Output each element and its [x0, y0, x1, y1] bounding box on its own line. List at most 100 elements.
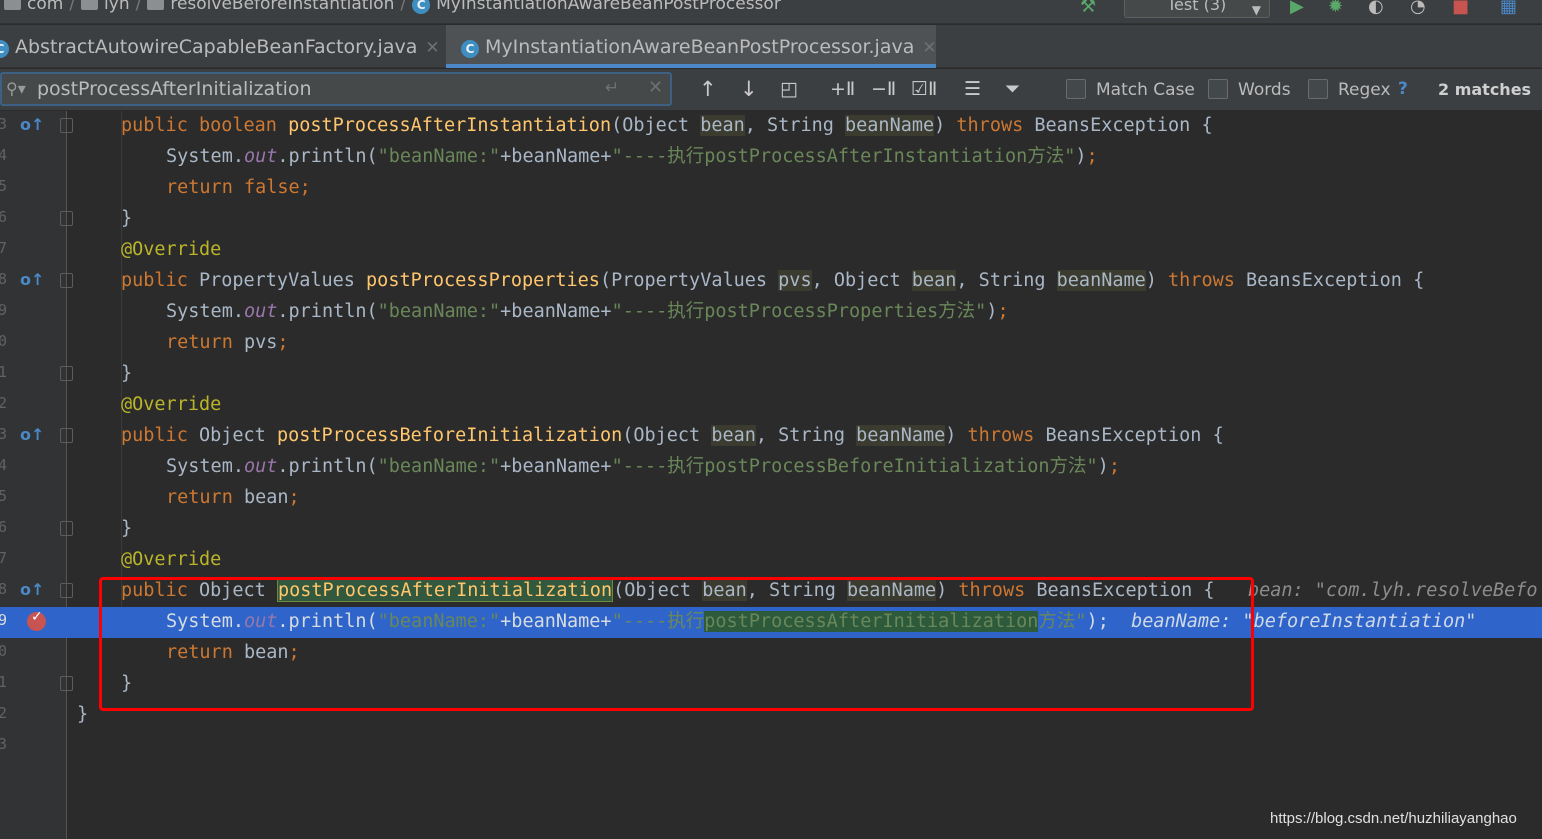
code-line: 6 } — [0, 514, 1542, 545]
line-number: 0 — [0, 642, 8, 660]
checkbox-box[interactable] — [1208, 79, 1228, 99]
fold-marker-icon[interactable] — [60, 428, 73, 443]
fold-marker-icon[interactable] — [60, 676, 73, 691]
checkbox-box[interactable] — [1308, 79, 1328, 99]
filter-icon[interactable]: ⏷ — [1005, 77, 1020, 101]
breadcrumb-item-package[interactable]: resolveBeforeInstantiation — [147, 0, 394, 14]
breadcrumb-item-com[interactable]: com — [4, 0, 63, 14]
match-case-checkbox[interactable]: Match Case — [1066, 79, 1195, 100]
line-number: 0 — [0, 332, 8, 350]
code-line: 6 } — [0, 204, 1542, 235]
editor-tab-bar: CAbstractAutowireCapableBeanFactory.java… — [0, 25, 1542, 68]
code-line: 3 — [0, 731, 1542, 762]
fold-marker-icon[interactable] — [60, 273, 73, 288]
find-bar: ⚲▾ ↵ ✕ ↑ ↓ ◰ +Ⅱ −Ⅱ ☑Ⅱ ☰ ⏷ Match Case Wor… — [0, 69, 1542, 111]
watermark: https://blog.csdn.net/huzhiliayanghao — [1270, 810, 1517, 827]
code-text: } — [77, 704, 89, 725]
class-icon: C — [0, 40, 9, 58]
line-number: 8 — [0, 580, 8, 598]
line-number: 2 — [0, 704, 8, 722]
select-all-occurrences-icon[interactable]: ◰ — [780, 77, 798, 101]
search-input[interactable] — [37, 76, 597, 102]
close-tab-icon[interactable]: ✕ — [425, 38, 439, 58]
fold-marker-icon[interactable] — [60, 366, 73, 381]
line-number: 4 — [0, 456, 8, 474]
code-text: public Object postProcessBeforeInitializ… — [121, 425, 1224, 446]
folder-icon — [81, 0, 99, 10]
tab-my-instantiation-aware-bean-post-processor[interactable]: C MyInstantiationAwareBeanPostProcessor.j… — [446, 25, 937, 68]
class-icon: C — [461, 40, 479, 58]
code-line: 1 } — [0, 359, 1542, 390]
select-all-matches-icon[interactable]: ☑Ⅱ — [911, 77, 937, 101]
fold-marker-icon[interactable] — [60, 583, 73, 598]
breadcrumb: com / lyh / resolveBeforeInstantiation / C MyIn… — [4, 0, 781, 14]
search-icon[interactable]: ⚲▾ — [6, 79, 26, 98]
debug-bug-icon[interactable]: ✹ — [1328, 0, 1343, 17]
code-text: @Override — [121, 549, 222, 570]
chevron-down-icon: ▼ — [1251, 3, 1261, 17]
line-number: 5 — [0, 487, 8, 505]
project-structure-icon[interactable]: ▦ — [1500, 0, 1517, 17]
run-configuration-select[interactable]: Test (3) ▼ — [1124, 0, 1270, 18]
code-text: System.out.println("beanName:"+beanName+… — [166, 301, 1009, 322]
breadcrumb-item-class[interactable]: C MyInstantiationAwareBeanPostProcessor — [412, 0, 781, 14]
line-number: 4 — [0, 146, 8, 164]
regex-checkbox[interactable]: Regex — [1308, 79, 1391, 100]
code-line: 7 @Override — [0, 545, 1542, 576]
new-line-icon[interactable]: ↵ — [605, 78, 619, 98]
profile-icon[interactable]: ◔ — [1410, 0, 1426, 17]
override-method-icon[interactable]: o↑ — [20, 270, 44, 289]
line-number: 1 — [0, 673, 8, 691]
code-text: System.out.println("beanName:"+beanName+… — [166, 146, 1098, 167]
code-line: 5 return false; — [0, 173, 1542, 204]
code-line: 7 @Override — [0, 235, 1542, 266]
class-icon: C — [412, 0, 431, 14]
folder-icon — [147, 0, 165, 10]
code-line: 9 System.out.println("beanName:"+beanNam… — [0, 297, 1542, 328]
stop-icon[interactable]: ■ — [1452, 0, 1469, 17]
line-number: 3 — [0, 735, 8, 753]
fold-marker-icon[interactable] — [60, 521, 73, 536]
match-count: 2 matches — [1438, 80, 1532, 99]
checkbox-box[interactable] — [1066, 79, 1086, 99]
regex-help-icon[interactable]: ? — [1398, 79, 1408, 99]
remove-occurrence-icon[interactable]: −Ⅱ — [871, 77, 896, 101]
override-method-icon[interactable]: o↑ — [20, 115, 44, 134]
filter-lines-icon[interactable]: ☰ — [964, 77, 981, 101]
run-configuration-label: Test (3) — [1167, 0, 1227, 14]
words-checkbox[interactable]: Words — [1208, 79, 1291, 100]
code-text: return false; — [166, 177, 311, 198]
code-editor[interactable]: 3 o↑ public boolean postProcessAfterInst… — [0, 111, 1542, 839]
code-text: } — [121, 208, 133, 229]
add-occurrence-icon[interactable]: +Ⅱ — [830, 77, 855, 101]
code-line: 8 o↑ public PropertyValues postProcessPr… — [0, 266, 1542, 297]
code-line: 4 System.out.println("beanName:"+beanNam… — [0, 142, 1542, 173]
tab-abstract-autowire-capable-bean-factory[interactable]: CAbstractAutowireCapableBeanFactory.java… — [0, 25, 445, 68]
fold-marker-icon[interactable] — [60, 118, 73, 133]
override-method-icon[interactable]: o↑ — [20, 580, 44, 599]
code-line: 5 return bean; — [0, 483, 1542, 514]
line-number: 6 — [0, 208, 8, 226]
code-line: 2 @Override — [0, 390, 1542, 421]
code-line: 4 System.out.println("beanName:"+beanNam… — [0, 452, 1542, 483]
navigation-bar: com / lyh / resolveBeforeInstantiation / C MyIn… — [0, 0, 1542, 24]
close-tab-icon[interactable]: ✕ — [922, 38, 936, 58]
breadcrumb-item-lyh[interactable]: lyh — [81, 0, 130, 14]
code-text: return bean; — [166, 487, 300, 508]
breadcrumb-separator: / — [400, 0, 407, 14]
folder-icon — [4, 0, 21, 10]
build-hammer-icon[interactable]: ⚒ — [1080, 0, 1096, 17]
previous-occurrence-icon[interactable]: ↑ — [699, 77, 717, 101]
override-method-icon[interactable]: o↑ — [20, 425, 44, 444]
fold-marker-icon[interactable] — [60, 211, 73, 226]
line-number: 7 — [0, 239, 8, 257]
highlight-annotation-box — [99, 577, 1254, 711]
run-icon[interactable]: ▶ — [1290, 0, 1304, 17]
coverage-icon[interactable]: ◐ — [1368, 0, 1384, 17]
line-number: 2 — [0, 394, 8, 412]
code-line: 3 o↑ public Object postProcessBeforeInit… — [0, 421, 1542, 452]
breakpoint-icon[interactable] — [27, 609, 46, 631]
clear-search-icon[interactable]: ✕ — [648, 77, 663, 98]
breadcrumb-separator: / — [135, 0, 142, 14]
next-occurrence-icon[interactable]: ↓ — [740, 77, 758, 101]
